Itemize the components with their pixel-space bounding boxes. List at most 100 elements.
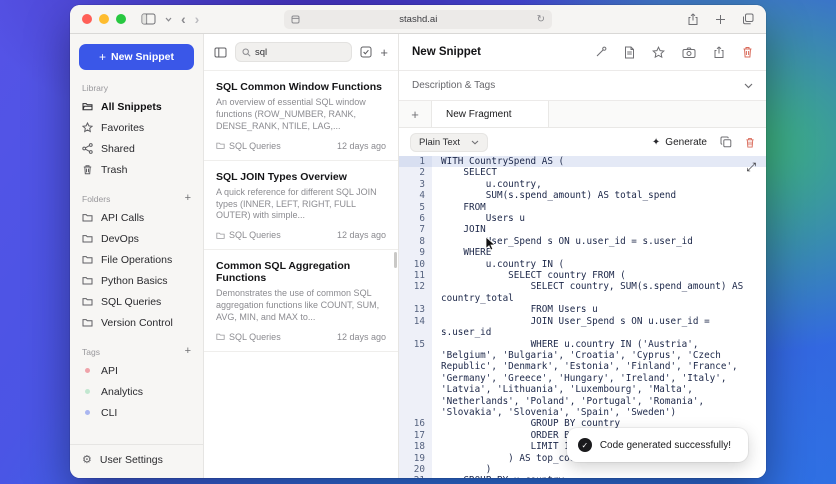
reload-icon[interactable]: ↻ [537,14,545,25]
code-line: 2 SELECT [399,167,766,178]
favorite-star-icon[interactable] [652,45,665,59]
line-number: 2 [419,167,425,179]
line-number: 16 [413,418,425,430]
code-text: SUM(s.spend_amount) AS total_spend [441,190,677,202]
list-scrollbar-thumb[interactable] [394,252,397,268]
screenshot-camera-icon[interactable] [682,47,696,58]
address-bar[interactable]: stashd.ai ↻ [284,9,552,29]
expand-editor-icon[interactable]: ⤢ [746,161,756,173]
new-snippet-button[interactable]: + New Snippet [79,44,194,70]
close-window-button[interactable] [82,14,92,24]
add-tag-icon[interactable]: + [185,346,191,357]
sparkles-icon: ✦ [651,136,661,148]
description-tags-section[interactable]: Description & Tags [399,71,766,101]
tags-section-title: Tags + [82,346,191,357]
ai-wand-icon[interactable] [595,46,607,58]
share-icon[interactable] [687,12,699,26]
snippet-time: 12 days ago [336,331,386,342]
line-number: 15 [413,338,425,350]
line-number: 13 [413,304,425,316]
sidebar-item-all-snippets[interactable]: All Snippets [79,96,194,117]
add-folder-icon[interactable]: + [185,193,191,204]
copy-code-icon[interactable] [720,136,732,148]
folders-title-label: Folders [82,193,111,204]
line-number: 19 [413,452,425,464]
snippet-row[interactable]: Common SQL Aggregation Functions Demonst… [204,250,398,352]
detail-title: New Snippet [412,46,482,58]
sidebar-chevron-down-icon[interactable] [165,17,172,22]
document-icon[interactable] [624,46,635,59]
export-icon[interactable] [713,45,725,59]
sidebar-item-label: Trash [101,163,128,176]
browser-sidebar-toggle-icon[interactable] [141,13,156,25]
line-number: 12 [413,281,425,293]
sidebar-item-label: File Operations [101,253,173,266]
select-snippets-icon[interactable] [360,46,372,58]
search-input[interactable]: sql [235,42,353,62]
toast-notification: ✓ Code generated successfully! [566,428,748,462]
snippet-meta: SQL Queries 12 days ago [216,332,386,342]
line-number: 3 [419,178,425,190]
code-text: GROUP BY u.country [432,475,766,478]
sidebar-folder-version-control[interactable]: Version Control [79,312,194,333]
detail-actions [595,45,753,59]
sidebar-item-label: All Snippets [101,100,162,113]
snippet-description: Demonstrates the use of common SQL aggre… [216,288,380,322]
chevron-down-icon [471,140,479,145]
code-text: WITH CountrySpend AS ( [432,156,766,168]
snippet-row[interactable]: SQL Common Window Functions An overview … [204,71,398,161]
forward-button[interactable]: › [195,12,200,26]
sidebar-folder-python-basics[interactable]: Python Basics [79,270,194,291]
tag-color-dot [85,368,90,373]
code-line: 11 SELECT country FROM ( [399,270,766,281]
snippet-list: SQL Common Window Functions An overview … [204,70,398,352]
user-settings-button[interactable]: ⚙ User Settings [70,444,203,468]
gear-icon: ⚙ [82,453,92,466]
sidebar-tag-api[interactable]: API [79,360,194,381]
tab-overview-icon[interactable] [742,13,754,25]
folder-icon [82,298,93,306]
add-snippet-icon[interactable]: + [380,46,388,59]
sidebar-tag-analytics[interactable]: Analytics [79,381,194,402]
code-toolbar: Plain Text ✦ Generate [399,128,766,156]
list-sidebar-toggle-icon[interactable] [214,47,227,58]
new-snippet-label: New Snippet [111,51,175,63]
sidebar-folder-api-calls[interactable]: API Calls [79,207,194,228]
sidebar-folder-devops[interactable]: DevOps [79,228,194,249]
add-fragment-icon[interactable]: + [399,101,431,127]
folder-icon [82,214,93,222]
zoom-window-button[interactable] [116,14,126,24]
delete-snippet-icon[interactable] [742,46,753,58]
delete-fragment-icon[interactable] [745,137,755,148]
plus-icon: + [98,50,106,64]
back-button[interactable]: ‹ [181,12,186,26]
sidebar-item-trash[interactable]: Trash [79,159,194,180]
code-text: ) [441,463,492,475]
sidebar-item-label: API [101,364,118,377]
language-value: Plain Text [419,136,461,148]
new-tab-icon[interactable] [715,14,726,25]
sidebar-folder-sql-queries[interactable]: SQL Queries [79,291,194,312]
language-select[interactable]: Plain Text [410,132,489,152]
snippet-row[interactable]: SQL JOIN Types Overview A quick referenc… [204,161,398,251]
code-text: JOIN [441,224,486,236]
code-line: 21 GROUP BY u.country [399,475,766,478]
snippet-folder-label: SQL Queries [229,230,281,241]
generate-button[interactable]: ✦ Generate [652,137,707,148]
fragment-tab[interactable]: New Fragment [431,101,549,127]
sidebar-item-shared[interactable]: Shared [79,138,194,159]
code-line: 12 SELECT country, SUM(s.spend_amount) A… [399,281,766,304]
mouse-cursor [485,237,496,251]
snippet-description: A quick reference for different SQL JOIN… [216,186,377,221]
minimize-window-button[interactable] [99,14,109,24]
sidebar-item-label: CLI [101,406,118,419]
sidebar-item-favorites[interactable]: Favorites [79,117,194,138]
sidebar-folder-file-operations[interactable]: File Operations [79,249,194,270]
search-icon [242,48,251,57]
description-tags-label: Description & Tags [412,80,496,91]
sidebar-tag-cli[interactable]: CLI [79,402,194,423]
code-text: Users u [441,213,525,225]
sidebar-item-label: API Calls [101,211,145,224]
code-text: SELECT country FROM ( [441,270,626,282]
snippet-folder-label: SQL Queries [229,140,281,151]
